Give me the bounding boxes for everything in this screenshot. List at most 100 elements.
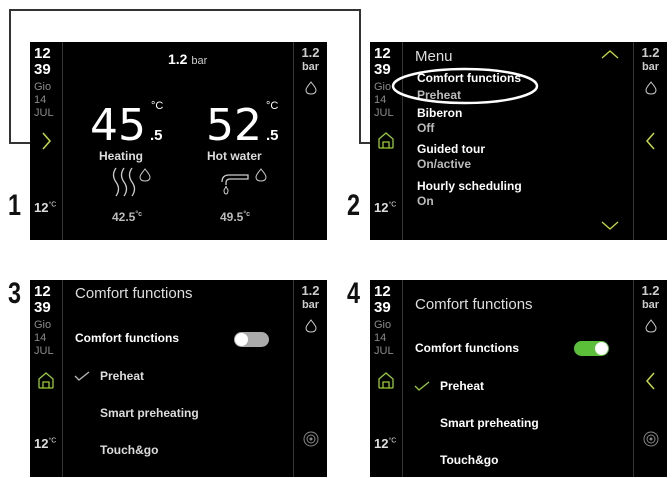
tap-icon: [221, 174, 249, 195]
flame-icon: [645, 319, 657, 333]
outdoor-temperature: 12°C: [374, 200, 397, 215]
hot-water-unit: °C: [266, 100, 279, 112]
radiator-waves-icon: [112, 167, 136, 197]
home-icon[interactable]: [376, 130, 396, 150]
pressure-unit: bar: [301, 299, 320, 311]
option-smart-preheating[interactable]: Smart preheating: [440, 416, 539, 430]
outdoor-temperature: 12°C: [34, 200, 57, 215]
screen-home: 12 39 Gio 14 JUL 12°C 1.2 bar 45 °C .5 H…: [30, 42, 327, 240]
outdoor-temperature: 12°C: [374, 436, 397, 451]
menu-item-label: Guided tour: [417, 142, 485, 156]
screen-comfort-off: 12 39 Gio 14 JUL 12°C Comfort functions …: [30, 280, 327, 477]
clock-minute: 39: [374, 61, 391, 78]
heating-unit: °C: [151, 100, 164, 112]
comfort-toggle[interactable]: [574, 341, 609, 356]
chevron-left-icon[interactable]: [644, 370, 658, 392]
hot-water-decimal: .5: [266, 127, 279, 144]
menu-item-label: Hourly scheduling: [417, 179, 522, 193]
check-icon: [414, 381, 430, 391]
left-status-column: 12 39 Gio 14 JUL 12°C: [30, 280, 63, 477]
pressure-readout: 1.2 bar: [168, 51, 208, 67]
option-smart-preheating[interactable]: Smart preheating: [100, 406, 199, 420]
menu-item-value: Off: [417, 121, 435, 135]
spiral-icon: [303, 431, 319, 447]
check-icon: [74, 371, 90, 381]
right-status-column: 1.2 bar: [633, 280, 667, 477]
pressure-unit: bar: [641, 299, 660, 311]
month: JUL: [34, 345, 54, 357]
chevron-left-icon[interactable]: [644, 130, 658, 152]
pressure-unit: bar: [301, 61, 320, 73]
right-status-column: 1.2 bar: [293, 42, 327, 240]
step-number-2: 2: [347, 189, 361, 222]
day-number: 14: [34, 94, 47, 106]
chevron-down-icon[interactable]: [600, 219, 620, 231]
day-name: Gio: [374, 81, 392, 93]
comfort-toggle-label: Comfort functions: [75, 331, 179, 345]
flame-icon: [305, 81, 317, 95]
right-status-column: 1.2 bar: [633, 42, 667, 240]
pressure-value: 1.2: [641, 283, 660, 298]
menu-item-value: On/active: [417, 157, 472, 171]
pressure-value: 1.2: [301, 283, 320, 298]
clock-hour: 12: [34, 45, 51, 62]
comfort-toggle-label: Comfort functions: [415, 341, 519, 355]
hot-water-temperature: 52: [206, 100, 262, 151]
chevron-up-icon[interactable]: [600, 48, 620, 60]
clock-hour: 12: [374, 283, 391, 300]
spiral-icon: [643, 431, 659, 447]
toggle-knob: [235, 333, 248, 346]
month: JUL: [34, 107, 54, 119]
month: JUL: [374, 345, 394, 357]
home-icon[interactable]: [376, 370, 396, 390]
day-number: 14: [374, 94, 387, 106]
option-preheat[interactable]: Preheat: [440, 379, 484, 393]
page-title: Comfort functions: [75, 285, 193, 302]
chevron-right-icon[interactable]: [38, 130, 54, 152]
menu-item-label: Biberon: [417, 106, 463, 120]
clock-minute: 39: [34, 299, 51, 316]
screen-menu: 12 39 Gio 14 JUL 12°C Menu Comfort funct…: [370, 42, 667, 240]
heating-setpoint: 42.5°c: [112, 210, 143, 224]
left-status-column: 12 39 Gio 14 JUL 12°C: [370, 280, 403, 477]
step-number-1: 1: [8, 189, 22, 222]
right-status-column: 1.2 bar: [293, 280, 327, 477]
option-preheat[interactable]: Preheat: [100, 369, 144, 383]
month: JUL: [374, 107, 394, 119]
day-name: Gio: [34, 81, 52, 93]
left-status-column: 12 39 Gio 14 JUL 12°C: [30, 42, 63, 240]
heating-decimal: .5: [150, 127, 163, 144]
clock-hour: 12: [34, 283, 51, 300]
day-name: Gio: [34, 319, 52, 331]
flame-icon: [139, 168, 151, 182]
heating-temperature: 45: [90, 100, 146, 151]
screen-comfort-on: 12 39 Gio 14 JUL 12°C Comfort functions …: [370, 280, 667, 477]
hot-water-setpoint: 49.5°c: [220, 210, 251, 224]
clock-minute: 39: [34, 61, 51, 78]
home-icon[interactable]: [36, 370, 56, 390]
clock-minute: 39: [374, 299, 391, 316]
step-number-3: 3: [8, 277, 22, 310]
hot-water-label: Hot water: [207, 149, 262, 163]
page-title: Comfort functions: [415, 296, 533, 313]
pressure-value: 1.2: [301, 45, 320, 60]
day-number: 14: [374, 332, 387, 344]
outdoor-temperature: 12°C: [34, 436, 57, 451]
pressure-unit: bar: [641, 61, 660, 73]
comfort-toggle[interactable]: [234, 332, 269, 347]
flame-icon: [255, 168, 267, 182]
day-number: 14: [34, 332, 47, 344]
option-touch-go[interactable]: Touch&go: [440, 453, 498, 467]
clock-hour: 12: [374, 45, 391, 62]
option-touch-go[interactable]: Touch&go: [100, 443, 158, 457]
pressure-value: 1.2: [641, 45, 660, 60]
menu-item-value: On: [417, 194, 434, 208]
menu-title: Menu: [415, 48, 453, 65]
heating-label: Heating: [99, 149, 144, 163]
toggle-knob: [595, 342, 608, 355]
day-name: Gio: [374, 319, 392, 331]
flame-icon: [305, 319, 317, 333]
step-number-4: 4: [347, 277, 361, 310]
flame-icon: [645, 81, 657, 95]
highlight-ellipse: [391, 67, 539, 105]
